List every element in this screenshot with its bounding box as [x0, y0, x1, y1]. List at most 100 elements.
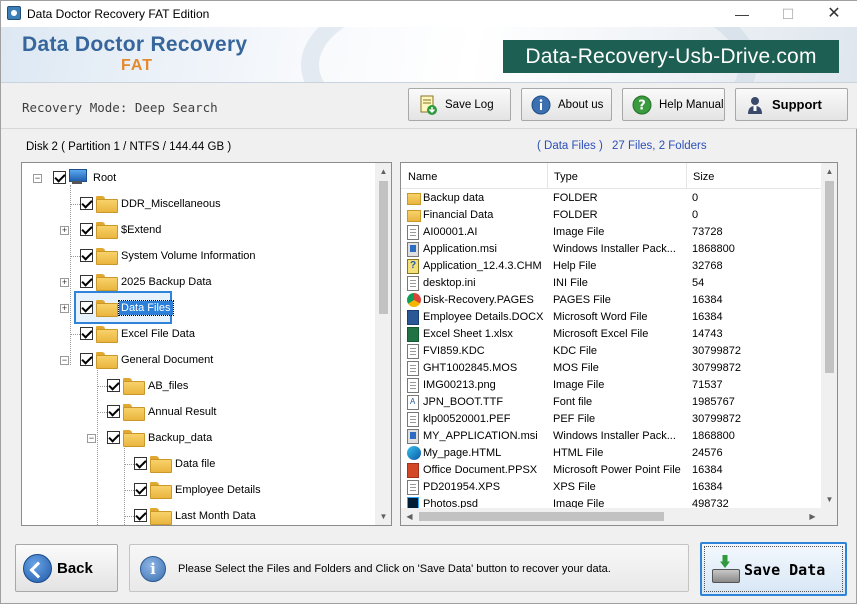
file-size-cell: 0 [692, 209, 699, 221]
back-label: Back [57, 560, 93, 577]
tree-checkbox[interactable] [80, 353, 93, 366]
file-row[interactable]: My_page.HTML HTML File 24576 [401, 445, 821, 462]
file-row[interactable]: Financial Data FOLDER 0 [401, 207, 821, 224]
tree-checkbox[interactable] [53, 171, 66, 184]
tree-checkbox[interactable] [80, 249, 93, 262]
file-type-cell: Microsoft Power Point File [553, 464, 681, 476]
tree-checkbox[interactable] [80, 301, 93, 314]
scroll-up-icon[interactable]: ▲ [821, 163, 837, 180]
tree-checkbox[interactable] [80, 275, 93, 288]
tree-node[interactable]: + 2025 Backup Data [22, 272, 372, 294]
computer-icon [68, 169, 87, 185]
tree-checkbox[interactable] [134, 509, 147, 522]
tree-node[interactable]: Data file [22, 454, 372, 476]
file-row[interactable]: Backup data FOLDER 0 [401, 190, 821, 207]
scroll-down-icon[interactable]: ▼ [821, 491, 837, 508]
column-header-name[interactable]: Name [408, 171, 437, 183]
tree-checkbox[interactable] [107, 431, 120, 444]
collapse-toggle-icon[interactable]: − [33, 174, 42, 183]
maximize-button[interactable]: ☐ [765, 1, 811, 27]
file-row[interactable]: Application.msi Windows Installer Pack...… [401, 241, 821, 258]
file-list[interactable]: Name Type Size Backup data FOLDER 0 Financi… [400, 162, 838, 526]
tree-node[interactable]: − Backup_data [22, 428, 372, 450]
open-folder-icon [96, 300, 118, 317]
file-row[interactable]: AI00001.AI Image File 73728 [401, 224, 821, 241]
document-icon [407, 480, 419, 495]
save-log-label: Save Log [445, 99, 494, 111]
tree-checkbox[interactable] [134, 457, 147, 470]
collapse-toggle-icon[interactable]: − [60, 356, 69, 365]
tree-checkbox[interactable] [107, 379, 120, 392]
file-row[interactable]: klp00520001.PEF PEF File 30799872 [401, 411, 821, 428]
close-button[interactable]: ✕ [811, 1, 857, 27]
expand-toggle-icon[interactable]: + [60, 226, 69, 235]
tree-vertical-scrollbar[interactable]: ▲ ▼ [375, 163, 391, 525]
collapse-toggle-icon[interactable]: − [87, 434, 96, 443]
current-folder-label: ( Data Files ) [537, 140, 603, 152]
column-header-type[interactable]: Type [554, 171, 578, 183]
word-icon [407, 310, 419, 325]
file-name-cell: Application.msi [423, 243, 497, 255]
file-row[interactable]: Disk-Recovery.PAGES PAGES File 16384 [401, 292, 821, 309]
file-row[interactable]: Employee Details.DOCX Microsoft Word File… [401, 309, 821, 326]
save-log-button[interactable]: Save Log [408, 88, 511, 121]
tree-checkbox[interactable] [80, 197, 93, 210]
support-button[interactable]: Support [735, 88, 848, 121]
tree-node[interactable]: Last Month Data [22, 506, 372, 525]
scroll-thumb[interactable] [419, 512, 664, 521]
tree-node[interactable]: System Volume Information [22, 246, 372, 268]
list-vertical-scrollbar[interactable]: ▲ ▼ [821, 163, 837, 508]
tree-node[interactable]: Employee Details [22, 480, 372, 502]
help-file-icon [407, 259, 419, 274]
file-row[interactable]: PD201954.XPS XPS File 16384 [401, 479, 821, 496]
tree-checkbox[interactable] [80, 327, 93, 340]
expand-toggle-icon[interactable]: + [60, 304, 69, 313]
back-arrow-icon [23, 554, 52, 583]
tree-node[interactable]: + $Extend [22, 220, 372, 242]
tree-node-label: 2025 Backup Data [121, 276, 212, 288]
scroll-right-icon[interactable]: ▶ [804, 508, 821, 525]
scroll-left-icon[interactable]: ◀ [401, 508, 418, 525]
save-data-button[interactable]: Save Data [700, 542, 847, 596]
folder-tree[interactable]: − Root DDR_Miscellaneous + $Extend Syste… [21, 162, 392, 526]
column-header-size[interactable]: Size [693, 171, 714, 183]
file-row[interactable]: JPN_BOOT.TTF Font file 1985767 [401, 394, 821, 411]
file-row[interactable]: Application_12.4.3.CHM Help File 32768 [401, 258, 821, 275]
tree-node[interactable]: DDR_Miscellaneous [22, 194, 372, 216]
scroll-thumb[interactable] [379, 181, 388, 314]
minimize-button[interactable]: — [719, 1, 765, 27]
column-divider[interactable] [686, 163, 687, 189]
app-window: Data Doctor Recovery FAT Edition — ☐ ✕ D… [0, 0, 857, 604]
file-row[interactable]: Excel Sheet 1.xlsx Microsoft Excel File 14… [401, 326, 821, 343]
back-button[interactable]: Back [15, 544, 118, 592]
file-row[interactable]: IMG00213.png Image File 71537 [401, 377, 821, 394]
file-row[interactable]: MY_APPLICATION.msi Windows Installer Pack… [401, 428, 821, 445]
tree-checkbox[interactable] [107, 405, 120, 418]
about-us-button[interactable]: About us [521, 88, 612, 121]
tree-checkbox[interactable] [134, 483, 147, 496]
help-manual-button[interactable]: ? Help Manual [622, 88, 725, 121]
tree-node-root[interactable]: − Root [22, 168, 372, 190]
tree-node-label: DDR_Miscellaneous [121, 198, 221, 210]
file-row[interactable]: GHT1002845.MOS MOS File 30799872 [401, 360, 821, 377]
tree-node-label: System Volume Information [121, 250, 256, 262]
scroll-down-icon[interactable]: ▼ [375, 508, 391, 525]
tree-node[interactable]: AB_files [22, 376, 372, 398]
file-row[interactable]: Office Document.PPSX Microsoft Power Poin… [401, 462, 821, 479]
tree-node-selected[interactable]: + Data Files [22, 298, 372, 320]
scroll-thumb[interactable] [825, 181, 834, 373]
file-name-cell: My_page.HTML [423, 447, 502, 459]
expand-toggle-icon[interactable]: + [60, 278, 69, 287]
tree-node[interactable]: Annual Result [22, 402, 372, 424]
tree-node[interactable]: − General Document [22, 350, 372, 372]
file-list-header: Name Type Size [401, 163, 821, 189]
file-row[interactable]: desktop.ini INI File 54 [401, 275, 821, 292]
font-icon [407, 395, 419, 410]
tree-node[interactable]: Excel File Data [22, 324, 372, 346]
tree-checkbox[interactable] [80, 223, 93, 236]
list-horizontal-scrollbar[interactable]: ◀ ▶ [401, 508, 821, 525]
column-divider[interactable] [547, 163, 548, 189]
file-size-cell: 1868800 [692, 430, 735, 442]
scroll-up-icon[interactable]: ▲ [375, 163, 391, 180]
file-row[interactable]: FVI859.KDC KDC File 30799872 [401, 343, 821, 360]
